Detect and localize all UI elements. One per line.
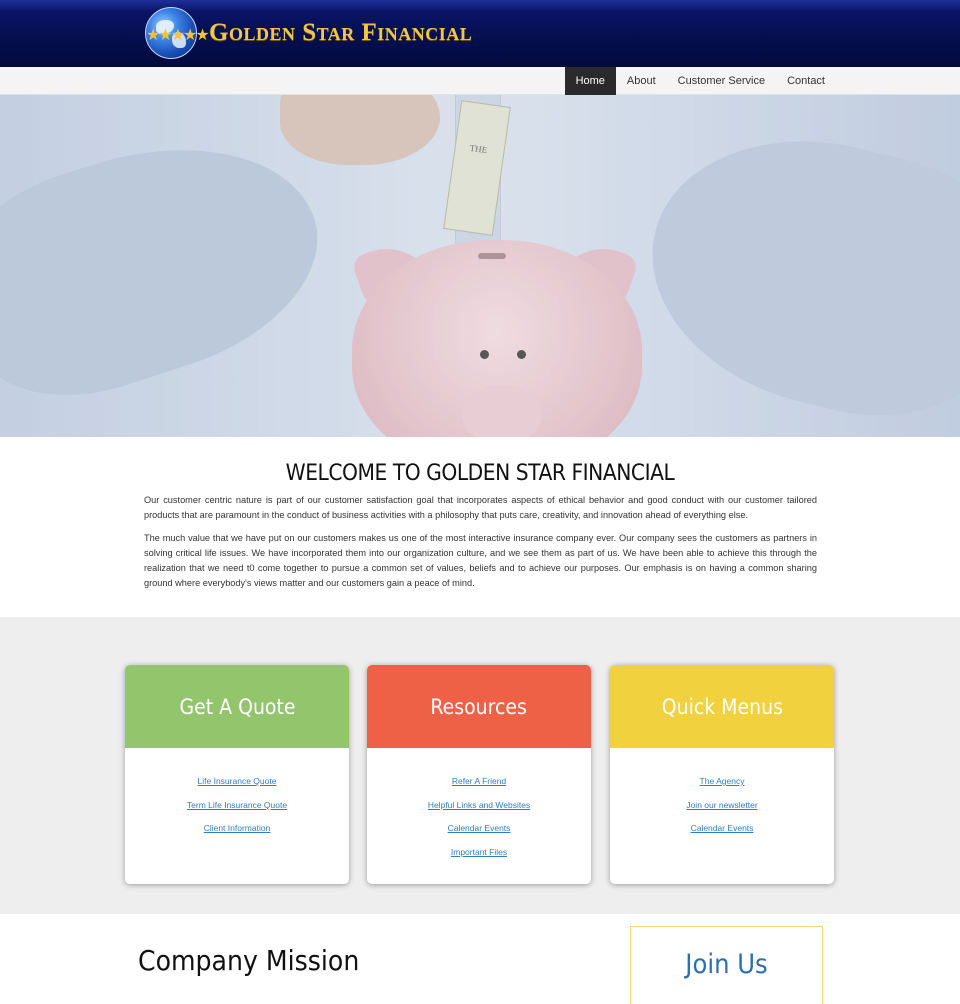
resources-card: Resources Refer A Friend Helpful Links a…	[367, 665, 591, 884]
link-important-files[interactable]: Important Files	[451, 847, 507, 857]
welcome-title: WELCOME TO GOLDEN STAR FINANCIAL	[285, 461, 675, 486]
link-client-information[interactable]: Client Information	[204, 823, 271, 833]
link-term-life-insurance-quote[interactable]: Term Life Insurance Quote	[187, 800, 287, 810]
quick-menus-card: Quick Menus The Agency Join our newslett…	[610, 665, 834, 884]
welcome-paragraph-1: Our customer centric nature is part of o…	[144, 495, 817, 520]
nav-customer-service[interactable]: Customer Service	[667, 67, 776, 95]
link-join-newsletter[interactable]: Join our newsletter	[686, 800, 757, 810]
link-life-insurance-quote[interactable]: Life Insurance Quote	[198, 776, 277, 786]
card-header: Quick Menus	[610, 665, 834, 748]
main-navigation: Home About Customer Service Contact	[0, 67, 960, 95]
card-header: Resources	[367, 665, 591, 748]
card-header: Get A Quote	[125, 665, 349, 748]
link-calendar-events-2[interactable]: Calendar Events	[691, 823, 754, 833]
hero-banner-image: THE	[0, 95, 960, 437]
brand-name: Golden Star Financial	[209, 19, 473, 46]
bottom-section: Company Mission Join Us	[0, 914, 960, 1004]
company-mission-heading: Company Mission	[138, 944, 360, 977]
welcome-paragraph-2: The much value that we have put on our c…	[144, 533, 817, 588]
get-a-quote-card: Get A Quote Life Insurance Quote Term Li…	[125, 665, 349, 884]
nav-about[interactable]: About	[616, 67, 667, 95]
join-us-heading: Join Us	[685, 949, 768, 980]
join-us-box[interactable]: Join Us	[630, 926, 823, 1004]
link-refer-a-friend[interactable]: Refer A Friend	[452, 776, 506, 786]
welcome-section: WELCOME TO GOLDEN STAR FINANCIAL Our cus…	[0, 437, 960, 617]
site-header: ★★★★★ Golden Star Financial	[0, 0, 960, 67]
link-the-agency[interactable]: The Agency	[700, 776, 745, 786]
cards-section: Get A Quote Life Insurance Quote Term Li…	[0, 617, 960, 914]
link-calendar-events[interactable]: Calendar Events	[448, 823, 511, 833]
nav-contact[interactable]: Contact	[776, 67, 836, 95]
nav-home[interactable]: Home	[564, 67, 616, 95]
link-helpful-links[interactable]: Helpful Links and Websites	[428, 800, 530, 810]
logo[interactable]: ★★★★★ Golden Star Financial	[145, 6, 472, 60]
globe-star-icon: ★★★★★	[145, 7, 210, 59]
